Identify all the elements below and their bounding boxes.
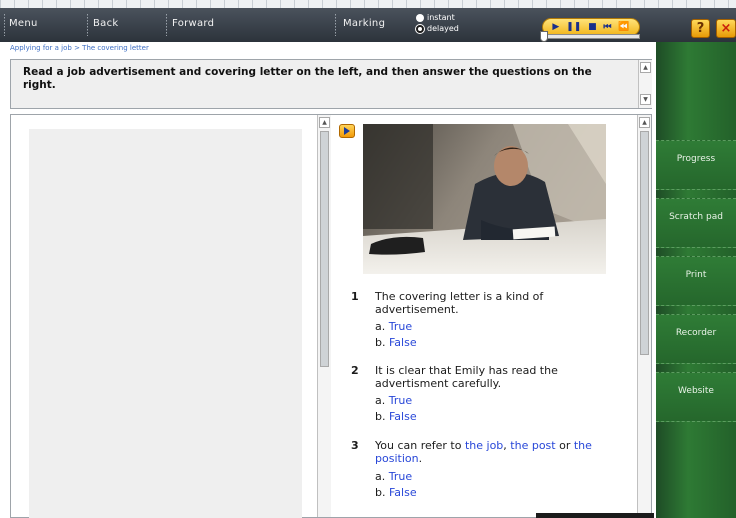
question-text: It is clear that Emily has read the adve… bbox=[375, 364, 558, 390]
question-number: 3 bbox=[351, 439, 359, 452]
student-photo-illustration bbox=[363, 124, 606, 274]
help-button[interactable]: ? bbox=[691, 19, 710, 38]
scroll-thumb[interactable] bbox=[320, 131, 329, 367]
play-icon bbox=[344, 127, 350, 135]
term-the-job-link[interactable]: the job bbox=[465, 439, 503, 452]
sidebar-item-print[interactable]: Print bbox=[656, 256, 736, 306]
questions-pane: 1 The covering letter is a kind of adver… bbox=[333, 115, 637, 518]
radio-unselected-icon[interactable] bbox=[416, 13, 424, 22]
question-number: 2 bbox=[351, 364, 359, 377]
option-false-link[interactable]: False bbox=[389, 486, 417, 499]
sidebar-item-progress[interactable]: Progress bbox=[656, 140, 736, 190]
toolbar-separator bbox=[335, 14, 336, 36]
play-icon[interactable]: ▶ bbox=[552, 22, 559, 32]
breadcrumb: Applying for a job > The covering letter bbox=[10, 44, 149, 52]
close-button[interactable]: × bbox=[716, 19, 736, 38]
back-button[interactable]: Back bbox=[93, 18, 118, 29]
bottom-strip bbox=[536, 513, 654, 518]
question-3: 3 You can refer to the job, the post or … bbox=[351, 439, 621, 507]
sidebar-item-website[interactable]: Website bbox=[656, 372, 736, 422]
scroll-thumb[interactable] bbox=[640, 131, 649, 355]
audio-play-button[interactable] bbox=[339, 124, 355, 138]
skip-back-icon[interactable]: ⏮ bbox=[603, 22, 611, 32]
marking-option-instant[interactable]: instant bbox=[416, 13, 455, 22]
option-a[interactable]: a. True bbox=[375, 394, 412, 407]
radio-selected-icon[interactable] bbox=[416, 24, 424, 33]
term-the-post-link[interactable]: the post bbox=[510, 439, 555, 452]
top-grid-strip bbox=[0, 0, 736, 8]
advertisement-document bbox=[29, 129, 302, 518]
instruction-text: Read a job advertisement and covering le… bbox=[23, 66, 592, 91]
audio-progress-handle[interactable] bbox=[540, 31, 548, 42]
option-a[interactable]: a. True bbox=[375, 320, 412, 333]
audio-progress-track[interactable] bbox=[540, 34, 640, 39]
left-pane-scrollbar[interactable]: ▲ bbox=[317, 115, 331, 517]
right-pane-scrollbar[interactable]: ▲ bbox=[637, 115, 651, 517]
toolbar-separator bbox=[87, 14, 88, 36]
option-a[interactable]: a. True bbox=[375, 470, 412, 483]
option-false-link[interactable]: False bbox=[389, 410, 417, 423]
question-text: You can refer to the job, the post or th… bbox=[375, 439, 592, 465]
option-b[interactable]: b. False bbox=[375, 336, 417, 349]
scroll-down-icon[interactable]: ▼ bbox=[640, 94, 651, 105]
question-number: 1 bbox=[351, 290, 359, 303]
rewind-icon[interactable]: ⏪ bbox=[618, 22, 629, 32]
pause-icon[interactable]: ❚❚ bbox=[566, 22, 581, 32]
option-true-link[interactable]: True bbox=[389, 394, 412, 407]
option-b[interactable]: b. False bbox=[375, 410, 417, 423]
marking-option-delayed[interactable]: delayed bbox=[416, 24, 459, 33]
sidebar: Progress Scratch pad Print Recorder Webs… bbox=[656, 42, 736, 518]
option-true-link[interactable]: True bbox=[389, 320, 412, 333]
option-true-link[interactable]: True bbox=[389, 470, 412, 483]
instruction-scrollbar[interactable]: ▲ ▼ bbox=[638, 60, 652, 108]
option-b[interactable]: b. False bbox=[375, 486, 417, 499]
toolbar-separator bbox=[4, 14, 5, 36]
toolbar-separator bbox=[166, 14, 167, 36]
sidebar-item-recorder[interactable]: Recorder bbox=[656, 314, 736, 364]
menu-button[interactable]: Menu bbox=[9, 18, 38, 29]
scroll-up-icon[interactable]: ▲ bbox=[639, 117, 650, 128]
stop-icon[interactable]: ■ bbox=[588, 22, 597, 32]
student-photo bbox=[363, 124, 606, 274]
forward-button[interactable]: Forward bbox=[172, 18, 214, 29]
marking-label: Marking bbox=[343, 18, 386, 29]
question-text: The covering letter is a kind of adverti… bbox=[375, 290, 544, 316]
scroll-up-icon[interactable]: ▲ bbox=[319, 117, 330, 128]
content-frame: ▲ 1 The covering letter is a kind of adv… bbox=[10, 114, 652, 518]
sidebar-item-scratch-pad[interactable]: Scratch pad bbox=[656, 198, 736, 248]
question-1: 1 The covering letter is a kind of adver… bbox=[351, 290, 621, 358]
scroll-up-icon[interactable]: ▲ bbox=[640, 62, 651, 73]
option-false-link[interactable]: False bbox=[389, 336, 417, 349]
question-2: 2 It is clear that Emily has read the ad… bbox=[351, 364, 621, 432]
instruction-box: Read a job advertisement and covering le… bbox=[10, 59, 652, 109]
